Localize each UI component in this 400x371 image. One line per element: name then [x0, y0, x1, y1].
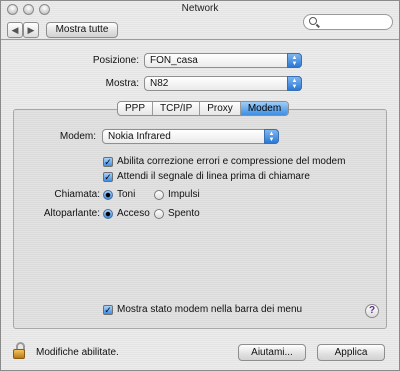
wait-dialtone-checkbox[interactable]: ✓ [103, 172, 113, 182]
error-correction-checkbox[interactable]: ✓ [103, 157, 113, 167]
back-button[interactable]: ◀ [7, 22, 23, 38]
popup-arrows-icon: ▲ ▼ [287, 76, 302, 91]
forward-arrow-icon: ▶ [27, 25, 35, 35]
modem-label: Modem: [59, 131, 96, 142]
speaker-off-label: Spento [168, 208, 200, 219]
modem-popup[interactable]: Nokia Infrared ▲ ▼ [102, 129, 279, 144]
tab-ppp[interactable]: PPP [118, 102, 154, 115]
lock-icon[interactable] [13, 342, 29, 360]
location-popup[interactable]: FON_casa ▲ ▼ [144, 53, 302, 68]
search-icon [309, 17, 317, 25]
show-value: N82 [150, 78, 169, 89]
toolbar-separator [1, 39, 399, 40]
menu-status-checkbox[interactable]: ✓ [103, 305, 113, 315]
menu-status-label: Mostra stato modem nella barra dei menu [117, 304, 303, 315]
help-me-button[interactable]: Aiutami... [238, 344, 306, 361]
back-arrow-icon: ◀ [11, 25, 19, 35]
location-value: FON_casa [150, 55, 198, 66]
apply-button[interactable]: Applica [317, 344, 385, 361]
speaker-off-radio[interactable] [154, 209, 164, 219]
speaker-on-label: Acceso [117, 208, 150, 219]
tab-proxy[interactable]: Proxy [200, 102, 241, 115]
lock-status-text: Modifiche abilitate. [36, 347, 119, 358]
settings-tabs: PPP TCP/IP Proxy Modem [117, 101, 290, 116]
modem-value: Nokia Infrared [108, 131, 171, 142]
popup-arrows-icon: ▲ ▼ [264, 129, 279, 144]
dialing-label: Chiamata: [54, 189, 100, 200]
dialing-pulse-radio[interactable] [154, 190, 164, 200]
show-label: Mostra: [105, 78, 139, 89]
forward-button[interactable]: ▶ [23, 22, 39, 38]
close-window-button[interactable] [7, 4, 18, 15]
zoom-window-button[interactable] [39, 4, 50, 15]
help-icon[interactable]: ? [365, 304, 379, 318]
dialing-tone-radio[interactable] [103, 190, 113, 200]
wait-dialtone-label: Attendi il segnale di linea prima di chi… [117, 171, 310, 182]
minimize-window-button[interactable] [23, 4, 34, 15]
search-field[interactable] [303, 14, 393, 30]
tab-tcpip[interactable]: TCP/IP [153, 102, 201, 115]
window-title: Network [181, 3, 219, 14]
speaker-on-radio[interactable] [103, 209, 113, 219]
show-popup[interactable]: N82 ▲ ▼ [144, 76, 302, 91]
popup-arrows-icon: ▲ ▼ [287, 53, 302, 68]
speaker-label: Altoparlante: [43, 208, 100, 219]
location-label: Posizione: [92, 55, 139, 66]
dialing-pulse-label: Impulsi [168, 189, 200, 200]
dialing-tone-label: Toni [117, 189, 136, 200]
error-correction-label: Abilita correzione errori e compressione… [117, 156, 346, 167]
tab-modem[interactable]: Modem [240, 102, 289, 115]
network-preferences-window: Network ◀ ▶ Mostra tutte Posizione: FON_… [0, 0, 400, 371]
show-all-button[interactable]: Mostra tutte [46, 22, 118, 38]
